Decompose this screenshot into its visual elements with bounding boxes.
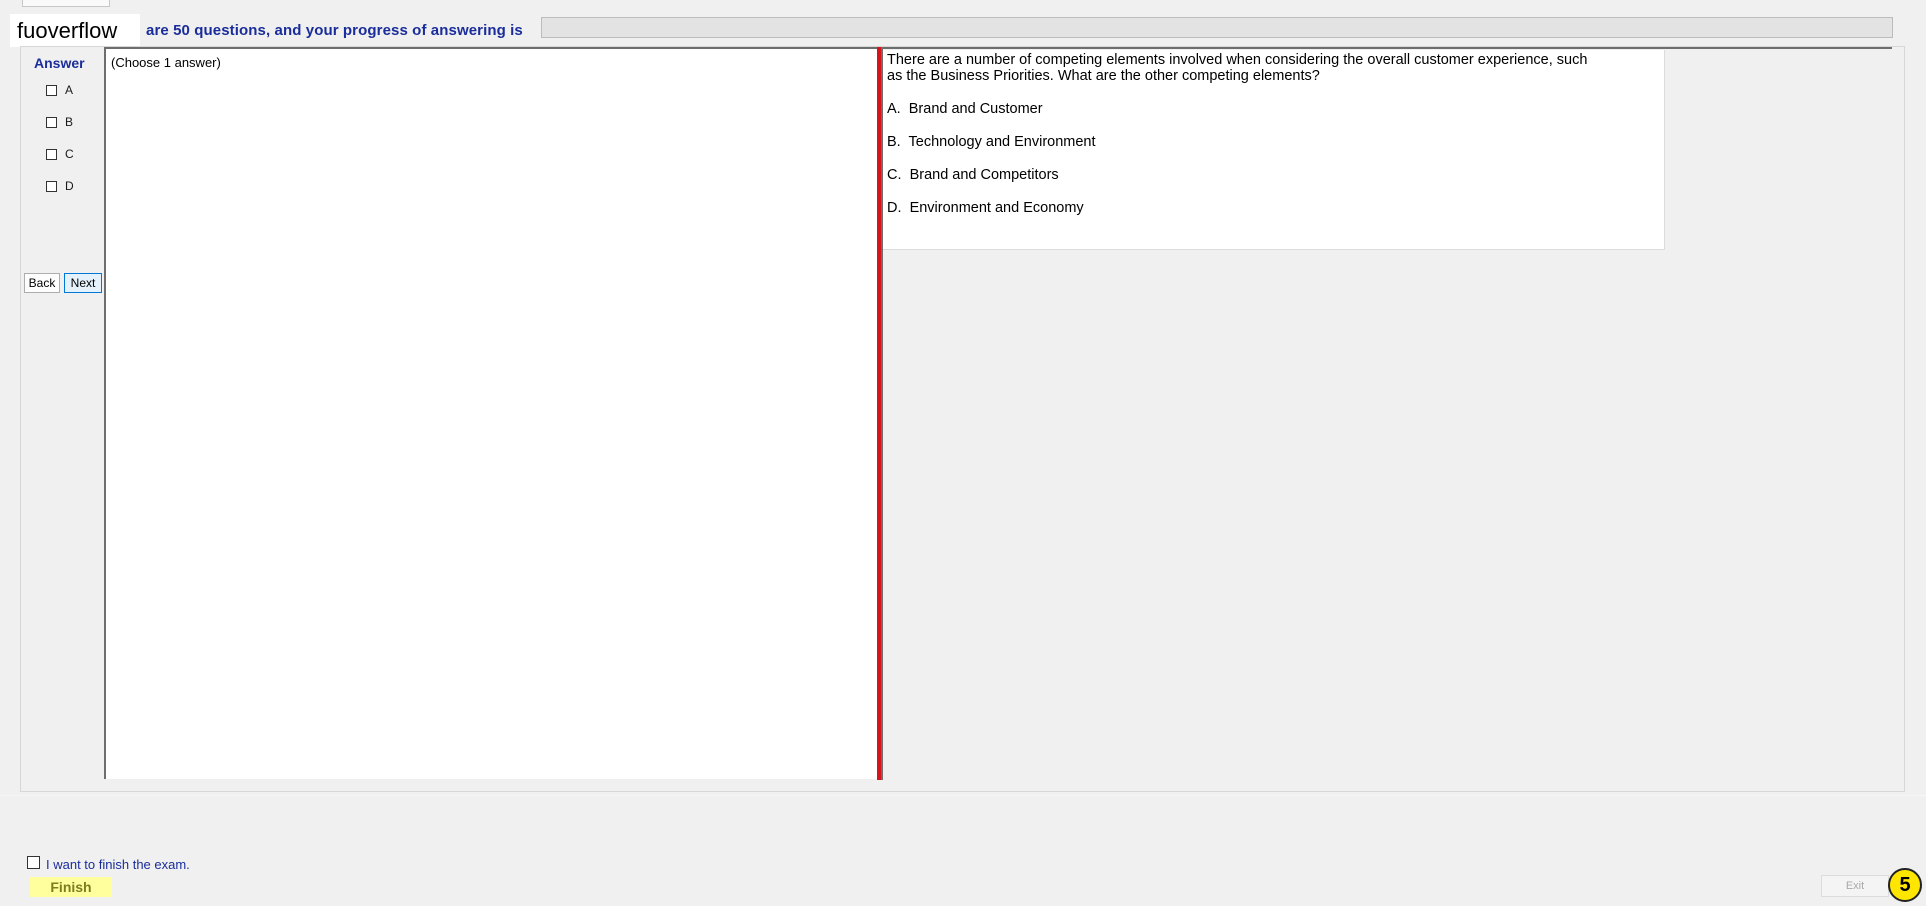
choice-d-letter: D. — [887, 200, 902, 216]
option-a[interactable]: A — [46, 82, 73, 98]
option-c-checkbox[interactable] — [46, 148, 57, 160]
option-b-checkbox[interactable] — [46, 116, 57, 128]
finish-exam-checkbox[interactable] — [27, 856, 40, 869]
option-d-checkbox[interactable] — [46, 180, 57, 192]
choose-hint: (Choose 1 answer) — [111, 55, 221, 70]
window-tab[interactable] — [22, 0, 110, 7]
question-line-2: as the Business Priorities. What are the… — [887, 68, 1320, 84]
option-d-label: D — [65, 179, 74, 193]
progress-text: are 50 questions, and your progress of a… — [146, 22, 523, 39]
option-b[interactable]: B — [46, 114, 73, 130]
choice-a-letter: A. — [887, 101, 901, 117]
question-choice-d: D. Environment and Economy — [887, 200, 1084, 216]
question-choice-b: B. Technology and Environment — [887, 134, 1096, 150]
exit-button[interactable]: Exit — [1821, 875, 1889, 897]
option-c-label: C — [65, 147, 74, 161]
question-line-1: There are a number of competing elements… — [887, 52, 1588, 68]
option-b-label: B — [65, 115, 74, 129]
finish-exam-label[interactable]: I want to finish the exam. — [46, 857, 190, 872]
finish-button[interactable]: Finish — [30, 877, 112, 897]
question-text: There are a number of competing elements… — [887, 52, 1607, 84]
progress-bar — [541, 17, 1893, 38]
question-choice-a: A. Brand and Customer — [887, 101, 1043, 117]
back-button[interactable]: Back — [24, 273, 60, 293]
answer-heading: Answer — [34, 55, 85, 71]
logo: fuoverflow — [10, 14, 140, 47]
option-c[interactable]: C — [46, 146, 74, 162]
choice-d-text: Environment and Economy — [909, 200, 1084, 216]
question-choice-c: C. Brand and Competitors — [887, 167, 1059, 183]
next-button[interactable]: Next — [64, 273, 102, 293]
option-a-checkbox[interactable] — [46, 84, 57, 96]
footer-separator — [0, 795, 1926, 796]
choice-a-text: Brand and Customer — [908, 101, 1043, 117]
counter-badge: 5 — [1888, 868, 1922, 902]
option-a-label: A — [65, 83, 74, 97]
choice-b-letter: B. — [887, 134, 901, 150]
choice-c-text: Brand and Competitors — [909, 167, 1059, 183]
choice-b-text: Technology and Environment — [908, 134, 1096, 150]
answer-area[interactable] — [104, 49, 879, 779]
choice-c-letter: C. — [887, 167, 902, 183]
option-d[interactable]: D — [46, 178, 74, 194]
